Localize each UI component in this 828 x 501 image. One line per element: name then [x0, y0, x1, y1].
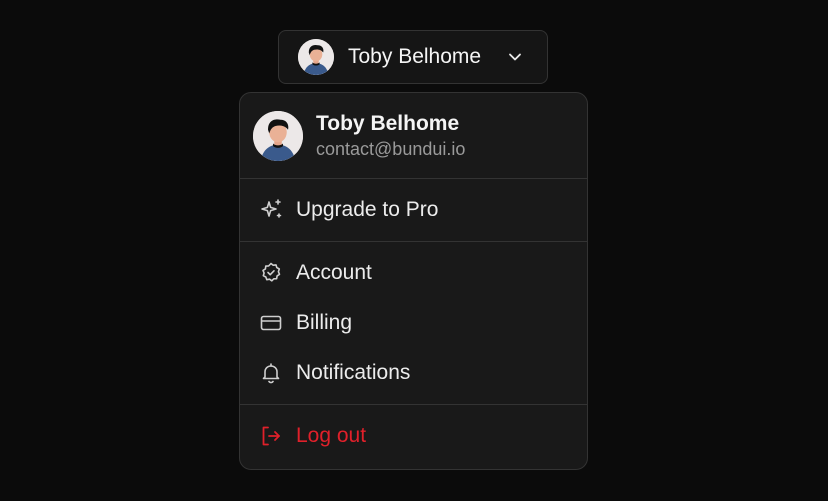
menu-item-label: Upgrade to Pro	[296, 198, 439, 221]
user-dropdown-menu: Toby Belhome contact@bundui.io Upgrade t…	[239, 92, 588, 470]
profile-avatar	[253, 110, 303, 161]
menu-item-notifications[interactable]: Notifications	[240, 348, 587, 398]
menu-item-upgrade[interactable]: Upgrade to Pro	[240, 185, 587, 235]
menu-item-account[interactable]: Account	[240, 248, 587, 298]
user-menu-trigger[interactable]: Toby Belhome	[278, 30, 548, 84]
credit-card-icon	[259, 311, 283, 335]
bell-icon	[259, 361, 283, 385]
trigger-user-name: Toby Belhome	[348, 45, 482, 68]
menu-item-label: Billing	[296, 311, 353, 334]
chevron-down-icon	[505, 47, 525, 67]
menu-item-label: Account	[296, 261, 372, 284]
profile-email: contact@bundui.io	[316, 138, 466, 159]
sparkles-icon	[259, 198, 283, 222]
avatar-illustration	[253, 110, 303, 161]
menu-section-account: Account Billing Notifications	[240, 242, 587, 404]
menu-item-label: Log out	[296, 424, 367, 447]
profile-name: Toby Belhome	[316, 111, 460, 135]
menu-section-logout: Log out	[240, 405, 587, 467]
badge-check-icon	[259, 261, 283, 285]
menu-item-label: Notifications	[296, 361, 411, 384]
menu-section-upgrade: Upgrade to Pro	[240, 179, 587, 241]
log-out-icon	[259, 424, 283, 448]
menu-item-logout[interactable]: Log out	[240, 411, 587, 461]
profile-header: Toby Belhome contact@bundui.io	[240, 93, 587, 178]
menu-item-billing[interactable]: Billing	[240, 298, 587, 348]
avatar	[298, 39, 334, 75]
avatar-illustration	[298, 39, 334, 75]
